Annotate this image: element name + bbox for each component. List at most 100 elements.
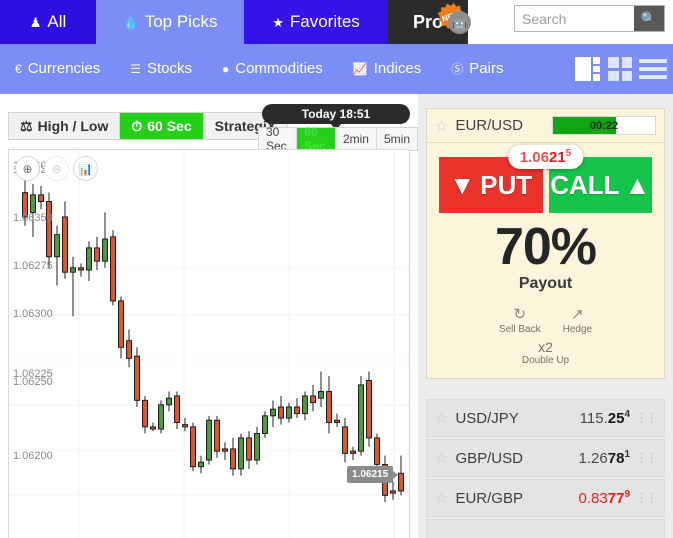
subnav-label-stocks: Stocks [146, 60, 192, 77]
call-label: CALL [550, 169, 620, 200]
double-up-label: Double Up [521, 355, 570, 366]
asset-name: EUR/GBP [455, 489, 523, 507]
asset-price-prefix: 1.26 [578, 450, 608, 467]
y-axis-label: 1.06275 [13, 260, 53, 272]
category-nav: € Currencies ☰ Stocks ● Commodities 📈 In… [0, 44, 673, 94]
duration-30sec[interactable]: 30 Sec [259, 125, 298, 153]
price-mid: 21 [548, 149, 566, 166]
put-call-row: ▼ PUT CALL ▲ 1.06215 [439, 145, 652, 213]
zoom-out-icon[interactable]: ⊖ [44, 156, 69, 181]
star-icon[interactable]: ☆ [435, 409, 448, 427]
tab-top-picks[interactable]: 💧 Top Picks [96, 0, 244, 44]
tab-favorites[interactable]: ★ Favorites [244, 0, 388, 44]
trade-card-body: ▼ PUT CALL ▲ 1.06215 70% Payout ↻ Sell B… [427, 143, 664, 378]
price-prefix: 1.06 [519, 149, 549, 166]
y-axis-label: 1.06350 [13, 212, 53, 224]
main-tabs: ♟ All 💧 Top Picks ★ Favorites Pro NEW [0, 0, 468, 44]
duration-5min[interactable]: 5min [377, 128, 417, 150]
active-trade-card: ☆ EUR/USD 00:22 ▼ PUT CALL ▲ 1.06215 70%… [426, 108, 665, 379]
triangle-down-icon: ▼ [449, 169, 476, 200]
flame-icon: 💧 [122, 14, 139, 30]
asset-price-mid: 77 [607, 490, 625, 507]
subnav-label-indices: Indices [373, 60, 422, 77]
price-sup: 5 [565, 148, 572, 159]
drag-handle-icon[interactable]: ⋮⋮ [636, 492, 657, 503]
hedge-label: Hedge [562, 324, 593, 335]
chart-type-icon[interactable]: 📊 [73, 156, 98, 181]
trade-type-group: ⚖ High / Low ⏱ 60 Sec StrategiX [8, 112, 289, 140]
stocks-icon: ☰ [130, 62, 141, 76]
subnav-item-commodities[interactable]: ● Commodities [207, 44, 338, 94]
view-split-icon[interactable] [575, 57, 601, 82]
chart-pane: ⚖ High / Low ⏱ 60 Sec StrategiX Today 18… [0, 94, 418, 538]
subnav-item-stocks[interactable]: ☰ Stocks [115, 44, 207, 94]
asset-name: USD/JPY [455, 409, 519, 427]
robot-icon[interactable]: 🤖 [448, 11, 471, 34]
drag-handle-icon[interactable]: ⋮⋮ [636, 452, 657, 463]
trade-panel: ☆ EUR/USD 00:22 ▼ PUT CALL ▲ 1.06215 70%… [418, 94, 673, 538]
stopwatch-icon: ⏱ [131, 117, 143, 134]
hedge-button[interactable]: ↗ Hedge [563, 307, 592, 335]
subnav-label-commodities: Commodities [235, 60, 323, 77]
star-icon[interactable]: ☆ [435, 489, 448, 507]
trade-type-60sec[interactable]: ⏱ 60 Sec [120, 113, 204, 139]
tab-favorites-label: Favorites [289, 12, 360, 31]
asset-price-prefix: 0.83 [578, 490, 608, 507]
time-pill: Today 18:51 [262, 104, 410, 130]
duration-group: 30 Sec 60 Sec 2min 5min [258, 125, 418, 153]
y-axis-label: 1.06200 [13, 450, 53, 462]
view-grid-icon[interactable] [608, 57, 632, 81]
pairs-icon: Ⓢ [451, 62, 464, 76]
expiry-timer: 00:22 [552, 116, 656, 135]
y-axis-label: 1.06250 [13, 376, 53, 388]
view-list-icon[interactable] [639, 57, 667, 81]
view-mode-switcher [575, 57, 667, 82]
trading-app: ♟ All 💧 Top Picks ★ Favorites Pro NEW 🤖 … [0, 0, 673, 538]
asset-row-usd-jpy[interactable]: ☆ USD/JPY 115.254 ⋮⋮ [426, 399, 665, 437]
asset-price-sup: 1 [624, 449, 630, 460]
subnav-item-pairs[interactable]: Ⓢ Pairs [436, 44, 518, 94]
trade-actions: ↻ Sell Back ↗ Hedge [439, 307, 652, 335]
all-icon: ♟ [29, 14, 42, 30]
duration-2min[interactable]: 2min [336, 128, 377, 150]
search-box: 🔍 [514, 5, 665, 32]
double-up-button[interactable]: x2 Double Up [439, 339, 652, 366]
put-label: PUT [480, 169, 533, 200]
asset-price-sup: 9 [624, 489, 630, 500]
star-icon[interactable]: ☆ [435, 449, 448, 467]
duration-60sec[interactable]: 60 Sec [297, 125, 336, 153]
trade-card-header: ☆ EUR/USD 00:22 [427, 109, 664, 143]
asset-row-partial[interactable] [426, 519, 665, 538]
price-chart[interactable]: ⊕ ⊖ 📊 1.064001.063251.063501.062751.0630… [8, 149, 410, 538]
trade-type-60sec-label: 60 Sec [147, 118, 192, 134]
trade-type-high-low-label: High / Low [37, 118, 109, 134]
subnav-label-currencies: Currencies [27, 60, 101, 77]
current-price-bubble: 1.06215 [507, 145, 584, 169]
search-icon[interactable]: 🔍 [634, 6, 664, 31]
asset-row-eur-gbp[interactable]: ☆ EUR/GBP 0.83779 ⋮⋮ [426, 479, 665, 517]
subnav-item-currencies[interactable]: € Currencies [0, 44, 115, 94]
triangle-up-icon: ▲ [624, 169, 651, 200]
drag-handle-icon[interactable]: ⋮⋮ [636, 412, 657, 423]
payout-value: 70% [494, 218, 597, 276]
payout-label: Payout [518, 275, 573, 292]
asset-price-prefix: 115. [579, 410, 608, 427]
search-input[interactable] [515, 6, 634, 31]
sell-back-button[interactable]: ↻ Sell Back [499, 307, 541, 335]
timer-text: 00:22 [589, 119, 619, 132]
asset-row-gbp-usd[interactable]: ☆ GBP/USD 1.26781 ⋮⋮ [426, 439, 665, 477]
tab-all-label: All [47, 12, 67, 31]
tab-all[interactable]: ♟ All [0, 0, 96, 44]
star-icon: ★ [272, 14, 284, 30]
star-icon[interactable]: ☆ [435, 117, 448, 135]
undo-icon: ↻ [513, 306, 527, 323]
subnav-item-indices[interactable]: 📈 Indices [338, 44, 436, 94]
asset-price-sup: 4 [624, 409, 630, 420]
zoom-in-icon[interactable]: ⊕ [15, 156, 40, 181]
commodities-icon: ● [222, 62, 230, 76]
double-up-icon: x2 [538, 339, 553, 355]
asset-price-mid: 78 [607, 450, 625, 467]
trade-type-high-low[interactable]: ⚖ High / Low [9, 113, 121, 139]
top-bar: ♟ All 💧 Top Picks ★ Favorites Pro NEW 🤖 … [0, 0, 673, 44]
asset-name: GBP/USD [455, 449, 523, 467]
